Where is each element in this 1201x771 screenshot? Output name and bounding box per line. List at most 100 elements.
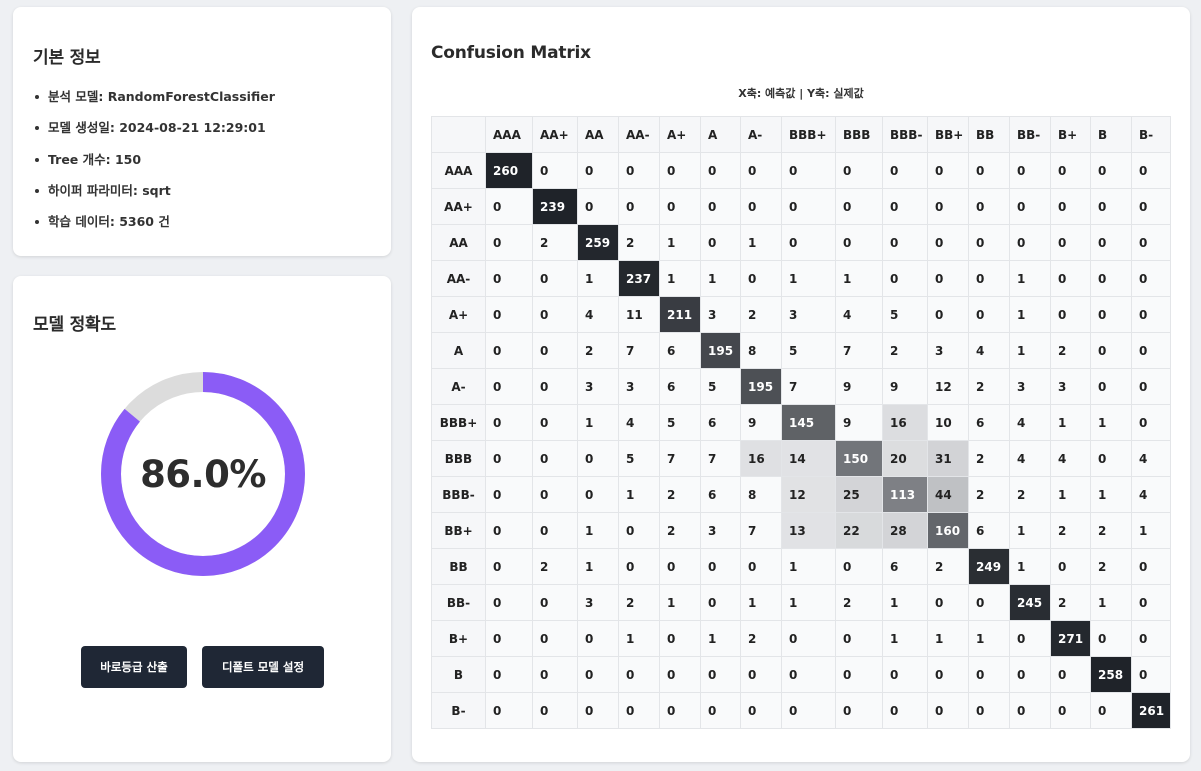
matrix-cell: 0: [968, 260, 1010, 297]
matrix-col-header: B: [1090, 116, 1132, 153]
matrix-cell: 2: [835, 584, 883, 621]
matrix-cell: 0: [485, 548, 533, 585]
matrix-cell: 0: [740, 152, 782, 189]
matrix-cell: 0: [485, 188, 533, 225]
matrix-cell: 2: [927, 548, 969, 585]
matrix-cell: 2: [968, 368, 1010, 405]
matrix-cell: 239: [532, 188, 578, 225]
matrix-cell: 260: [485, 152, 533, 189]
matrix-cell: 0: [740, 692, 782, 729]
matrix-cell: 2: [618, 224, 660, 261]
matrix-cell: 0: [1131, 224, 1171, 261]
matrix-cell: 0: [1090, 620, 1132, 657]
matrix-cell: 0: [532, 404, 578, 441]
matrix-cell: 0: [968, 188, 1010, 225]
matrix-cell: 4: [968, 332, 1010, 369]
set-default-model-button[interactable]: 디폴트 모델 설정: [202, 646, 324, 688]
matrix-cell: 3: [1009, 368, 1051, 405]
matrix-cell: 0: [485, 404, 533, 441]
basic-info-card: 기본 정보 분석 모델: RandomForestClassifier 모델 생…: [13, 7, 391, 256]
matrix-cell: 9: [882, 368, 928, 405]
matrix-cell: 0: [485, 692, 533, 729]
matrix-cell: 3: [1050, 368, 1091, 405]
matrix-cell: 0: [532, 368, 578, 405]
matrix-cell: 0: [577, 692, 619, 729]
matrix-cell: 4: [1009, 404, 1051, 441]
info-item-created: 모델 생성일: 2024-08-21 12:29:01: [33, 121, 371, 152]
matrix-cell: 0: [968, 296, 1010, 333]
matrix-col-header: A+: [659, 116, 701, 153]
matrix-cell: 1: [1131, 512, 1171, 549]
matrix-cell: 0: [927, 584, 969, 621]
matrix-cell: 2: [1050, 584, 1091, 621]
matrix-cell: 1: [1090, 476, 1132, 513]
matrix-cell: 5: [618, 440, 660, 477]
matrix-row: B- 0 0 0 0 0 0 0 0 0 0 0 0 0 0 0 261: [431, 692, 1171, 729]
matrix-cell: 16: [882, 404, 928, 441]
matrix-cell: 0: [882, 260, 928, 297]
matrix-cell: 7: [659, 440, 701, 477]
matrix-cell: 1: [781, 548, 836, 585]
matrix-cell: 2: [1050, 512, 1091, 549]
matrix-cell: 1: [577, 548, 619, 585]
matrix-row-header: BBB: [431, 440, 486, 477]
matrix-cell: 0: [1090, 188, 1132, 225]
matrix-cell: 6: [700, 476, 741, 513]
matrix-cell: 195: [740, 368, 782, 405]
matrix-col-header: B+: [1050, 116, 1091, 153]
matrix-row: AA+ 0 239 0 0 0 0 0 0 0 0 0 0 0 0 0 0: [431, 188, 1171, 225]
matrix-cell: 12: [927, 368, 969, 405]
matrix-cell: 0: [1090, 260, 1132, 297]
matrix-cell: 0: [485, 476, 533, 513]
confusion-matrix-card: Confusion Matrix X축: 예측값 | Y축: 실제값 AAA AA…: [412, 7, 1190, 762]
matrix-cell: 16: [740, 440, 782, 477]
matrix-cell: 0: [927, 188, 969, 225]
matrix-cell: 0: [1050, 692, 1091, 729]
matrix-cell: 258: [1090, 656, 1132, 693]
matrix-cell: 0: [1131, 620, 1171, 657]
matrix-cell: 0: [1009, 620, 1051, 657]
matrix-cell: 0: [927, 296, 969, 333]
matrix-cell: 0: [532, 332, 578, 369]
matrix-cell: 1: [659, 224, 701, 261]
matrix-cell: 1: [659, 584, 701, 621]
matrix-col-header: A: [700, 116, 741, 153]
matrix-cell: 0: [659, 188, 701, 225]
matrix-cell: 0: [835, 656, 883, 693]
matrix-cell: 0: [927, 224, 969, 261]
matrix-cell: 0: [618, 692, 660, 729]
matrix-cell: 0: [740, 260, 782, 297]
matrix-cell: 0: [1090, 368, 1132, 405]
matrix-cell: 0: [968, 692, 1010, 729]
matrix-cell: 0: [1050, 296, 1091, 333]
matrix-cell: 0: [927, 152, 969, 189]
matrix-col-header: AA+: [532, 116, 578, 153]
matrix-row-header: BB+: [431, 512, 486, 549]
matrix-cell: 0: [485, 512, 533, 549]
matrix-cell: 1: [1050, 476, 1091, 513]
matrix-cell: 25: [835, 476, 883, 513]
matrix-cell: 3: [577, 368, 619, 405]
matrix-row-header: B: [431, 656, 486, 693]
matrix-cell: 0: [700, 224, 741, 261]
matrix-cell: 2: [882, 332, 928, 369]
matrix-cell: 0: [532, 620, 578, 657]
matrix-cell: 0: [485, 368, 533, 405]
matrix-cell: 0: [781, 188, 836, 225]
matrix-cell: 1: [659, 260, 701, 297]
matrix-cell: 0: [532, 260, 578, 297]
matrix-cell: 2: [659, 476, 701, 513]
matrix-cell: 9: [835, 368, 883, 405]
matrix-cell: 0: [882, 224, 928, 261]
matrix-row-header: AAA: [431, 152, 486, 189]
matrix-cell: 3: [577, 584, 619, 621]
matrix-cell: 0: [927, 260, 969, 297]
matrix-col-header: BB: [968, 116, 1010, 153]
calculate-grade-button[interactable]: 바로등급 산출: [81, 646, 187, 688]
matrix-cell: 0: [618, 512, 660, 549]
matrix-cell: 145: [781, 404, 836, 441]
matrix-row: BBB- 0 0 0 1 2 6 8 12 25 113 44 2 2 1 1 4: [431, 476, 1171, 513]
matrix-cell: 2: [968, 476, 1010, 513]
matrix-cell: 0: [700, 692, 741, 729]
matrix-cell: 0: [618, 548, 660, 585]
